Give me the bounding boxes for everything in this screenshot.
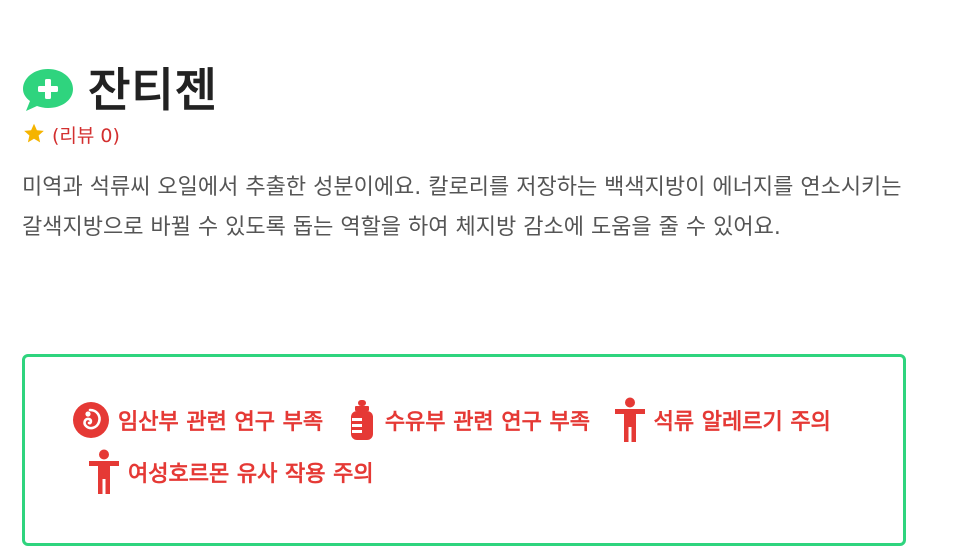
warning-label: 임산부 관련 연구 부족 — [118, 410, 324, 435]
chat-bubble-plus-icon — [23, 69, 73, 111]
warning-item-nursing: 수유부 관련 연구 부족 — [347, 400, 590, 440]
warning-label: 석류 알레르기 주의 — [653, 410, 831, 435]
star-icon — [24, 123, 44, 143]
warning-item-pregnancy: 임산부 관련 연구 부족 — [72, 402, 324, 438]
rating-row: (리뷰 0) — [22, 121, 120, 147]
person-icon — [89, 449, 119, 494]
warning-box: 임산부 관련 연구 부족 수유부 관련 연구 부족 석류 알레르기 주의 여성호… — [22, 354, 906, 546]
review-count-link[interactable]: (리뷰 0) — [52, 121, 120, 148]
warning-label: 여성호르몬 유사 작용 주의 — [128, 462, 374, 487]
warning-label: 수유부 관련 연구 부족 — [384, 410, 590, 435]
warning-item-hormone: 여성호르몬 유사 작용 주의 — [88, 449, 374, 494]
warning-list: 임산부 관련 연구 부족 수유부 관련 연구 부족 석류 알레르기 주의 여성호… — [72, 397, 872, 501]
person-icon — [614, 397, 645, 442]
page-header: 잔티젠 — [22, 62, 218, 118]
ingredient-description: 미역과 석류씨 오일에서 추출한 성분이에요. 칼로리를 저장하는 백색지방이 … — [22, 175, 902, 240]
warning-item-allergy: 석류 알레르기 주의 — [614, 397, 831, 442]
baby-bottle-icon — [350, 400, 373, 440]
page-title: 잔티젠 — [88, 63, 218, 117]
pregnancy-icon — [73, 402, 109, 438]
